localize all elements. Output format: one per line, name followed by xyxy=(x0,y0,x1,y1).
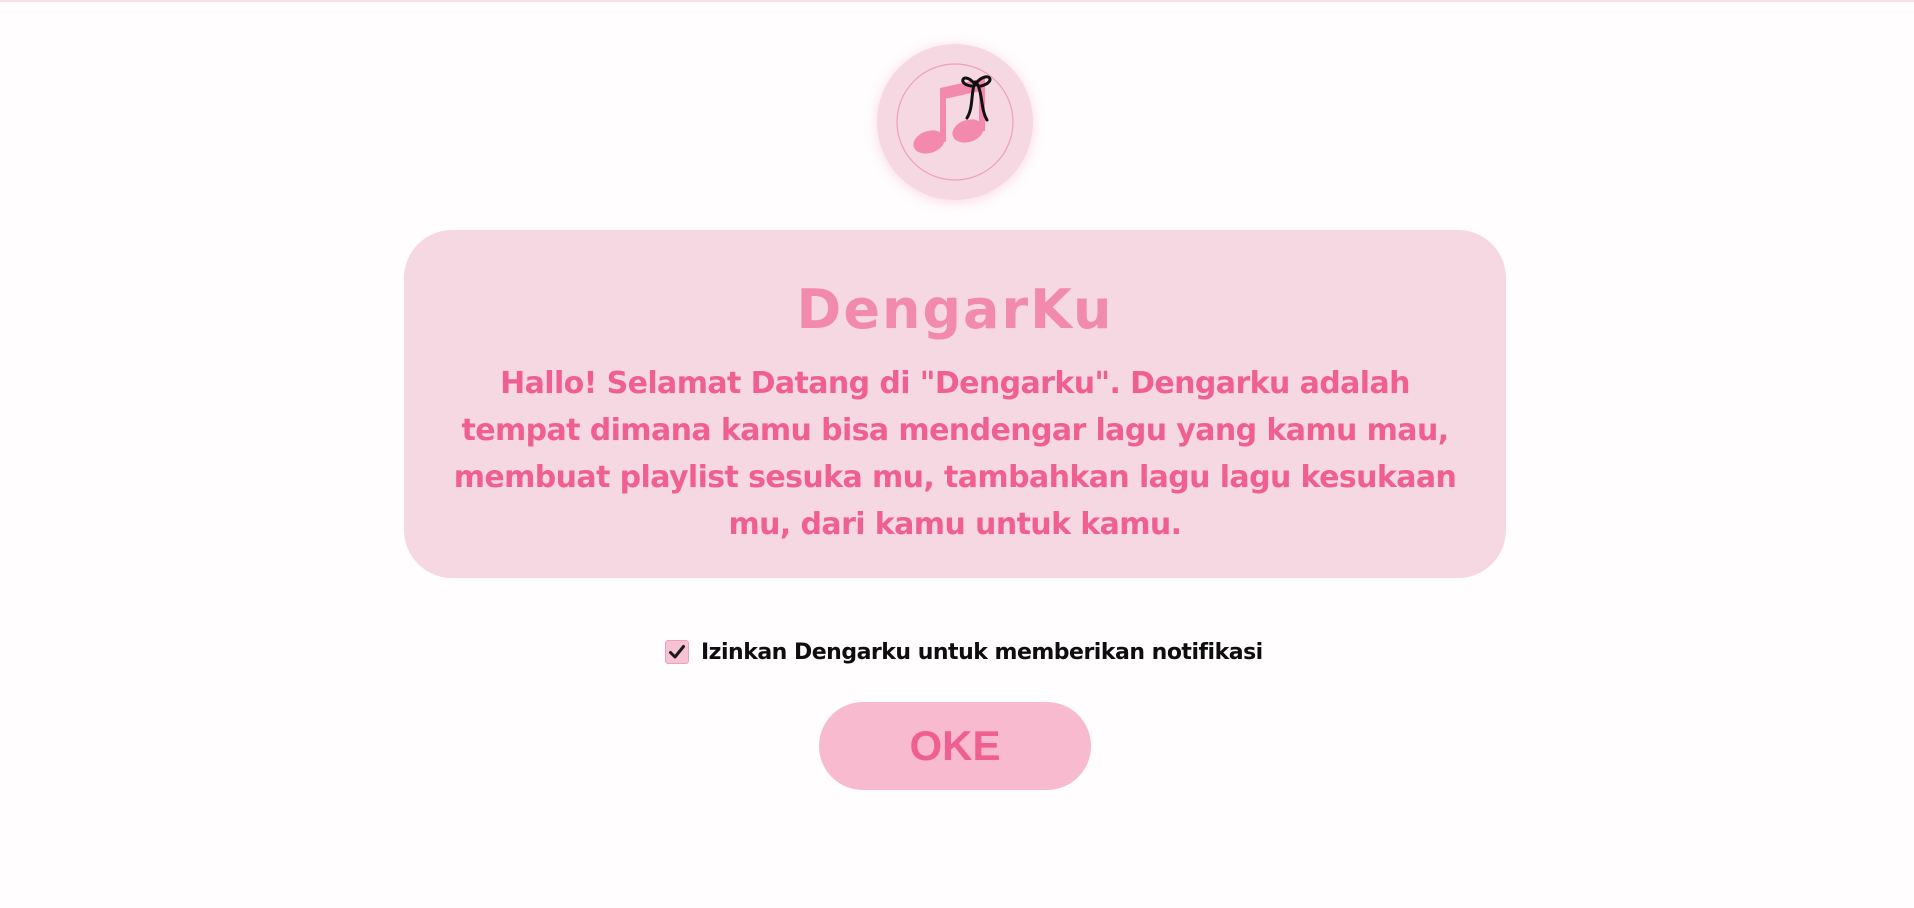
checkmark-icon xyxy=(669,645,685,659)
app-title: DengarKu xyxy=(796,278,1114,341)
app-logo xyxy=(877,44,1033,200)
top-divider xyxy=(0,0,1914,2)
welcome-message: Hallo! Selamat Datang di "Dengarku". Den… xyxy=(453,366,1457,542)
notification-checkbox[interactable] xyxy=(665,640,689,664)
oke-button[interactable]: OKE xyxy=(819,702,1091,790)
welcome-card: DengarKu Hallo! Selamat Datang di "Denga… xyxy=(404,230,1506,578)
welcome-screen: DengarKu Hallo! Selamat Datang di "Denga… xyxy=(0,0,1914,908)
notification-consent[interactable]: Izinkan Dengarku untuk memberikan notifi… xyxy=(665,636,1263,668)
music-note-with-bow-icon xyxy=(896,63,1014,181)
notification-consent-label: Izinkan Dengarku untuk memberikan notifi… xyxy=(701,639,1263,665)
